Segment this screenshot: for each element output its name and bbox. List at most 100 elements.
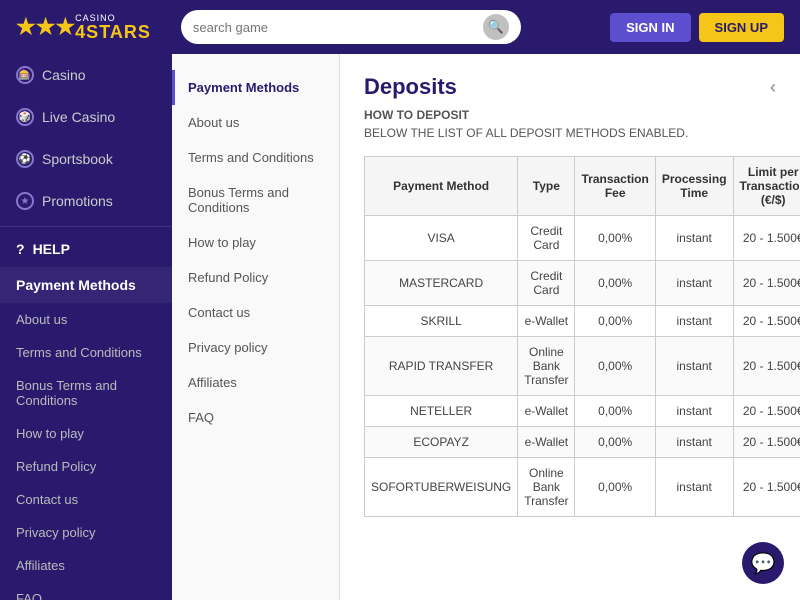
mid-item-payment-methods[interactable]: Payment Methods [172,70,339,105]
sidebar-item-payment-methods[interactable]: Payment Methods [0,267,172,303]
cell-limit: 20 - 1.500€ [733,427,800,458]
table-row: RAPID TRANSFEROnline Bank Transfer0,00%i… [365,337,800,396]
cell-method: ECOPAYZ [365,427,518,458]
casino-label: Casino [42,67,86,83]
sportsbook-label: Sportsbook [42,151,113,167]
sidebar-subitem-refund[interactable]: Refund Policy [0,450,172,483]
search-button[interactable]: 🔍 [483,14,509,40]
sidebar-subitem-faq[interactable]: FAQ [0,582,172,600]
col-limit: Limit per Transaction (€/$) [733,157,800,216]
cell-limit: 20 - 1.500€ [733,306,800,337]
sidebar-subitem-about-us[interactable]: About us [0,303,172,336]
back-arrow-icon[interactable]: ‹ [770,77,776,98]
mid-item-refund[interactable]: Refund Policy [172,260,339,295]
cell-fee: 0,00% [575,458,655,517]
sidebar-subitem-privacy[interactable]: Privacy policy [0,516,172,549]
how-to-deposit-subtitle: HOW TO DEPOSIT [364,108,776,122]
casino-icon: 🎰 [16,66,34,84]
table-row: VISACredit Card0,00%instant20 - 1.500€ [365,216,800,261]
mid-item-affiliates[interactable]: Affiliates [172,365,339,400]
cell-processing: instant [655,306,733,337]
cell-fee: 0,00% [575,427,655,458]
search-input[interactable] [193,20,483,35]
cell-method: NETELLER [365,396,518,427]
deposit-table: Payment Method Type Transaction Fee Proc… [364,156,800,517]
cell-method: RAPID TRANSFER [365,337,518,396]
logo-stars: ★★★ [16,16,75,38]
deposit-description: BELOW THE LIST OF ALL DEPOSIT METHODS EN… [364,126,776,140]
live-casino-label: Live Casino [42,109,115,125]
col-payment-method: Payment Method [365,157,518,216]
sidebar-item-help[interactable]: ? HELP [0,231,172,267]
main-layout: 🎰 Casino 🎲 Live Casino ⚽ Sportsbook ★ Pr… [0,54,800,600]
cell-type: e-Wallet [518,427,575,458]
table-row: ECOPAYZe-Wallet0,00%instant20 - 1.500€ [365,427,800,458]
content-area: Deposits ‹ HOW TO DEPOSIT BELOW THE LIST… [340,54,800,600]
col-processing-time: Processing Time [655,157,733,216]
cell-type: Credit Card [518,261,575,306]
cell-method: SKRILL [365,306,518,337]
cell-limit: 20 - 1.500€ [733,337,800,396]
cell-limit: 20 - 1.500€ [733,261,800,306]
table-row: NETELLERe-Wallet0,00%instant20 - 1.500€ [365,396,800,427]
sidebar-item-promotions[interactable]: ★ Promotions [0,180,172,222]
cell-fee: 0,00% [575,337,655,396]
cell-processing: instant [655,261,733,306]
sidebar-item-casino[interactable]: 🎰 Casino [0,54,172,96]
left-sidebar: 🎰 Casino 🎲 Live Casino ⚽ Sportsbook ★ Pr… [0,54,172,600]
cell-fee: 0,00% [575,216,655,261]
chat-icon: 💬 [751,551,776,576]
cell-type: e-Wallet [518,396,575,427]
help-icon: ? [16,241,25,257]
nav-divider-1 [0,226,172,227]
page-title: Deposits [364,74,457,100]
table-row: SKRILLe-Wallet0,00%instant20 - 1.500€ [365,306,800,337]
cell-limit: 20 - 1.500€ [733,396,800,427]
signin-button[interactable]: SIGN IN [610,13,690,42]
mid-item-privacy[interactable]: Privacy policy [172,330,339,365]
col-transaction-fee: Transaction Fee [575,157,655,216]
sidebar-subitem-how-to-play[interactable]: How to play [0,417,172,450]
promotions-label: Promotions [42,193,113,209]
middle-sidebar: Payment Methods About us Terms and Condi… [172,54,340,600]
signup-button[interactable]: SIGN UP [699,13,784,42]
logo-text: CASINO 4STARS [75,14,151,41]
table-header-row: Payment Method Type Transaction Fee Proc… [365,157,800,216]
cell-method: VISA [365,216,518,261]
sidebar-item-sportsbook[interactable]: ⚽ Sportsbook [0,138,172,180]
cell-fee: 0,00% [575,396,655,427]
cell-limit: 20 - 1.500€ [733,458,800,517]
mid-item-faq[interactable]: FAQ [172,400,339,435]
cell-processing: instant [655,337,733,396]
cell-type: Credit Card [518,216,575,261]
auth-buttons: SIGN IN SIGN UP [610,13,784,42]
sidebar-subitem-terms[interactable]: Terms and Conditions [0,336,172,369]
payment-methods-label: Payment Methods [16,277,136,293]
chat-button[interactable]: 💬 [742,542,784,584]
mid-item-about-us[interactable]: About us [172,105,339,140]
header: ★★★ CASINO 4STARS 🔍 SIGN IN SIGN UP [0,0,800,54]
live-casino-icon: 🎲 [16,108,34,126]
logo-4stars-text: 4STARS [75,23,151,41]
cell-type: Online Bank Transfer [518,458,575,517]
help-label: HELP [33,241,70,257]
mid-item-how-to-play[interactable]: How to play [172,225,339,260]
cell-type: Online Bank Transfer [518,337,575,396]
col-type: Type [518,157,575,216]
mid-item-terms[interactable]: Terms and Conditions [172,140,339,175]
logo: ★★★ CASINO 4STARS [16,14,151,41]
table-row: MASTERCARDCredit Card0,00%instant20 - 1.… [365,261,800,306]
cell-processing: instant [655,216,733,261]
mid-item-contact[interactable]: Contact us [172,295,339,330]
sidebar-subitem-contact[interactable]: Contact us [0,483,172,516]
cell-fee: 0,00% [575,261,655,306]
cell-method: MASTERCARD [365,261,518,306]
sidebar-item-live-casino[interactable]: 🎲 Live Casino [0,96,172,138]
sidebar-subitem-affiliates[interactable]: Affiliates [0,549,172,582]
cell-fee: 0,00% [575,306,655,337]
table-row: SOFORTUBERWEISUNGOnline Bank Transfer0,0… [365,458,800,517]
sidebar-subitem-bonus-terms[interactable]: Bonus Terms and Conditions [0,369,172,417]
promotions-icon: ★ [16,192,34,210]
mid-item-bonus-terms[interactable]: Bonus Terms and Conditions [172,175,339,225]
cell-processing: instant [655,427,733,458]
